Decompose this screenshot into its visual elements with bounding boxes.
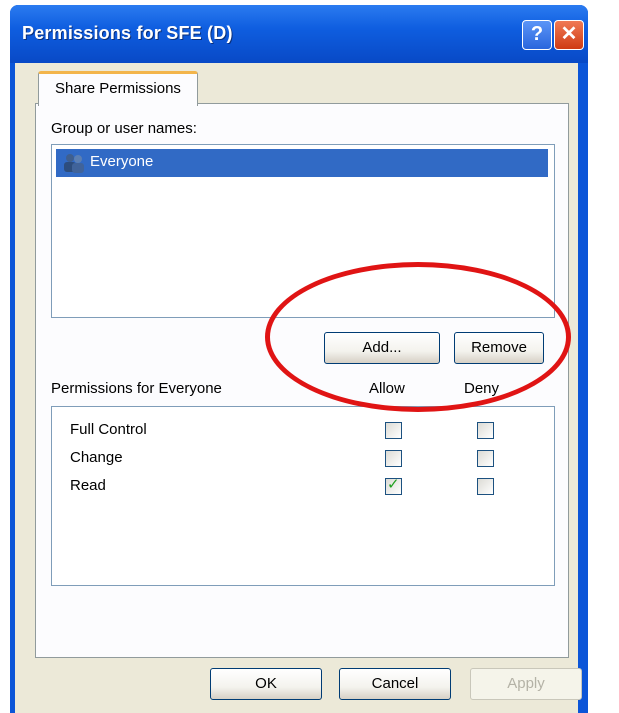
permission-row-change: Change (52, 447, 554, 473)
change-deny-checkbox[interactable] (477, 450, 494, 467)
cancel-button[interactable]: Cancel (339, 668, 451, 700)
add-button[interactable]: Add... (324, 332, 440, 364)
permission-row-read: Read ✓ (52, 475, 554, 501)
tab-panel: Group or user names: Everyone Add... Rem… (35, 103, 569, 658)
change-allow-checkbox[interactable] (385, 450, 402, 467)
permissions-list: Full Control Change Read ✓ (51, 406, 555, 586)
dialog-window: Permissions for SFE (D) ? ✕ Share Permis… (10, 5, 588, 713)
title-bar[interactable]: Permissions for SFE (D) ? ✕ (10, 5, 588, 63)
tab-share-permissions[interactable]: Share Permissions (38, 71, 198, 106)
permission-row-full-control: Full Control (52, 419, 554, 445)
dialog-body: Share Permissions Group or user names: E… (15, 63, 582, 713)
checkmark-icon: ✓ (387, 475, 400, 493)
permission-label: Full Control (70, 421, 147, 438)
full-control-allow-checkbox[interactable] (385, 422, 402, 439)
user-name: Everyone (90, 153, 154, 170)
full-control-deny-checkbox[interactable] (477, 422, 494, 439)
permission-label: Change (70, 449, 123, 466)
allow-header: Allow (369, 380, 405, 397)
user-list[interactable]: Everyone (51, 144, 555, 318)
dialog-title: Permissions for SFE (D) (22, 23, 233, 43)
permissions-header: Permissions for Everyone (51, 380, 222, 397)
close-button[interactable]: ✕ (554, 20, 584, 50)
read-allow-checkbox[interactable]: ✓ (385, 475, 402, 495)
deny-header: Deny (464, 380, 500, 397)
help-button[interactable]: ? (522, 20, 552, 50)
apply-button[interactable]: Apply (470, 668, 582, 700)
ok-button[interactable]: OK (210, 668, 322, 700)
remove-button[interactable]: Remove (454, 332, 544, 364)
group-icon (64, 154, 84, 173)
permission-label: Read (70, 477, 106, 494)
read-deny-checkbox[interactable] (477, 478, 494, 495)
group-or-user-names-label: Group or user names: (51, 120, 197, 137)
list-item-everyone[interactable]: Everyone (56, 149, 548, 177)
